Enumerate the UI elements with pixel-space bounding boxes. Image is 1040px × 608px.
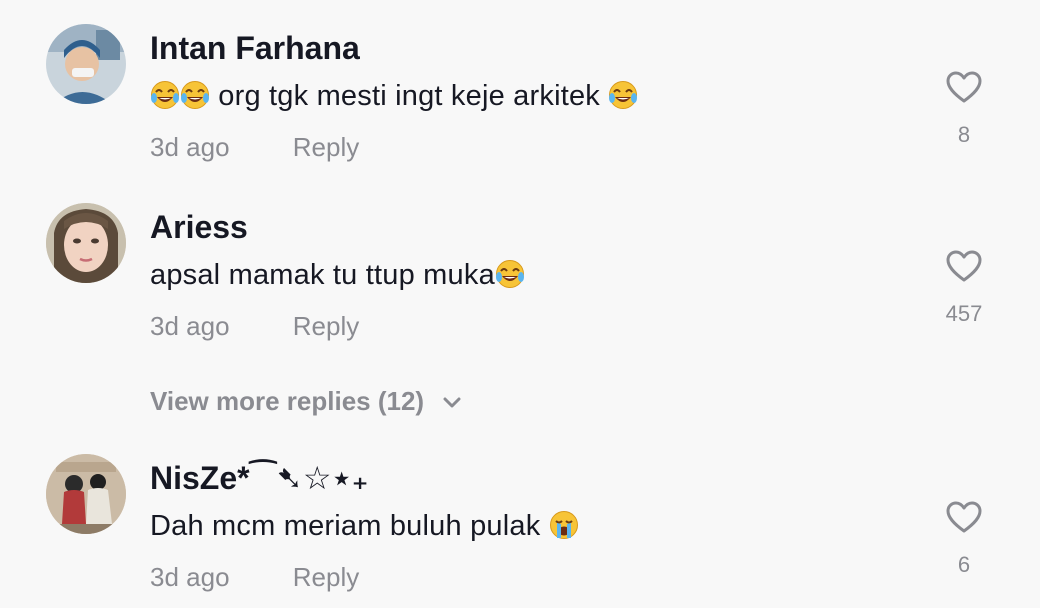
heart-outline-icon: [946, 250, 982, 282]
comment-username[interactable]: NisZe*⁀➷☆⋆₊: [150, 458, 369, 498]
comment-timestamp: 3d ago: [150, 311, 230, 341]
comment-meta: 3d ago Reply: [150, 560, 359, 594]
face-with-tears-of-joy-icon: [608, 80, 638, 110]
avatar-image-icon: [46, 24, 126, 104]
heart-outline-icon: [946, 501, 982, 533]
comment-text: apsal mamak tu ttup muka: [150, 255, 525, 295]
comment-meta: 3d ago Reply: [150, 130, 359, 164]
view-more-replies-label: View more replies (12): [150, 386, 425, 416]
comment-text: org tgk mesti ingt keje arkitek: [150, 76, 638, 116]
comment-username[interactable]: Ariess: [150, 207, 248, 247]
like-count: 8: [957, 122, 971, 147]
face-with-tears-of-joy-icon: [180, 80, 210, 110]
avatar[interactable]: [46, 454, 126, 534]
comment-timestamp: 3d ago: [150, 132, 230, 162]
comment-text-body: apsal mamak tu ttup muka: [150, 259, 495, 291]
face-with-tears-of-joy-icon: [150, 80, 180, 110]
like-button[interactable]: 6: [930, 500, 998, 590]
avatar-image-icon: [46, 454, 126, 534]
heart-outline-icon: [946, 71, 982, 103]
like-count: 457: [945, 301, 983, 326]
reply-button[interactable]: Reply: [293, 309, 359, 343]
like-count: 6: [957, 552, 971, 577]
reply-button[interactable]: Reply: [293, 130, 359, 164]
like-button[interactable]: 8: [930, 70, 998, 160]
comments-list: Intan Farhana org tgk mesti ingt keje ar…: [0, 0, 1040, 608]
comment-timestamp: 3d ago: [150, 562, 230, 592]
face-with-tears-of-joy-icon: [495, 259, 525, 289]
comment-username[interactable]: Intan Farhana: [150, 28, 360, 68]
chevron-down-icon: [443, 397, 461, 408]
comment-item: Intan Farhana org tgk mesti ingt keje ar…: [0, 0, 1040, 180]
comment-text-body: Dah mcm meriam buluh pulak: [150, 510, 549, 542]
view-more-replies-button[interactable]: View more replies (12): [150, 384, 461, 418]
comment-meta: 3d ago Reply: [150, 309, 359, 343]
reply-button[interactable]: Reply: [293, 560, 359, 594]
like-button[interactable]: 457: [930, 249, 998, 339]
comment-item: NisZe*⁀➷☆⋆₊ Dah mcm meriam buluh pulak 3…: [0, 430, 1040, 608]
avatar[interactable]: [46, 24, 126, 104]
loudly-crying-face-icon: [549, 510, 579, 540]
comment-item: Ariess apsal mamak tu ttup muka 3d ago R…: [0, 179, 1040, 359]
comment-text: Dah mcm meriam buluh pulak: [150, 506, 579, 546]
comment-text-body: org tgk mesti ingt keje arkitek: [210, 80, 609, 112]
avatar[interactable]: [46, 203, 126, 283]
avatar-image-icon: [46, 203, 126, 283]
